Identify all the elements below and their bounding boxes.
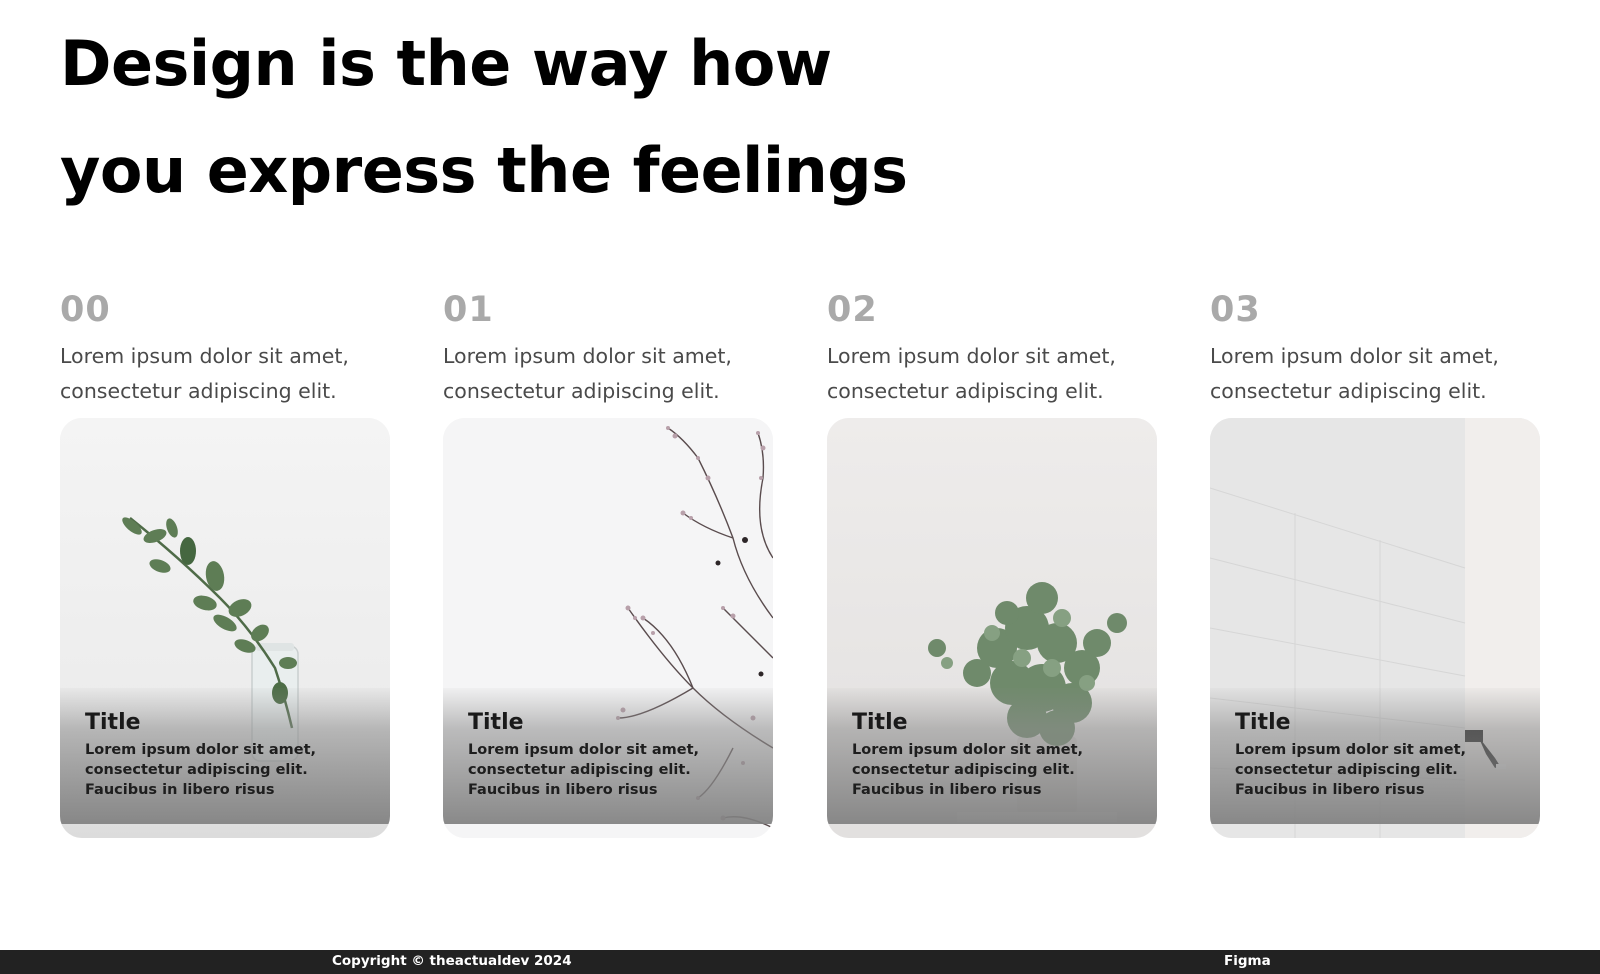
card-title: Title — [1235, 710, 1291, 735]
card-number: 02 — [827, 290, 878, 330]
card-image[interactable]: Title Lorem ipsum dolor sit amet, consec… — [1210, 418, 1540, 838]
card-image[interactable]: Title Lorem ipsum dolor sit amet, consec… — [443, 418, 773, 838]
card-01[interactable]: 01 Lorem ipsum dolor sit amet, consectet… — [443, 290, 773, 838]
card-title: Title — [852, 710, 908, 735]
card-description: Lorem ipsum dolor sit amet, consectetur … — [1235, 742, 1467, 798]
figma-link[interactable]: Figma — [1224, 953, 1271, 969]
card-description: Lorem ipsum dolor sit amet, consectetur … — [85, 742, 317, 798]
card-intro: Lorem ipsum dolor sit amet, consectetur … — [60, 344, 349, 403]
card-02[interactable]: 02 Lorem ipsum dolor sit amet, consectet… — [827, 290, 1157, 838]
card-caption-overlay: Title Lorem ipsum dolor sit amet, consec… — [1210, 688, 1540, 824]
card-03[interactable]: 03 Lorem ipsum dolor sit amet, consectet… — [1210, 290, 1540, 838]
card-title: Title — [468, 710, 524, 735]
card-number: 03 — [1210, 290, 1261, 330]
card-number: 00 — [60, 290, 111, 330]
card-00[interactable]: 00 Lorem ipsum dolor sit amet, consectet… — [60, 290, 390, 838]
card-grid: 00 Lorem ipsum dolor sit amet, consectet… — [60, 290, 1540, 840]
card-description: Lorem ipsum dolor sit amet, consectetur … — [852, 742, 1084, 798]
hero-title: Design is the way how you express the fe… — [60, 27, 908, 207]
card-caption-overlay: Title Lorem ipsum dolor sit amet, consec… — [60, 688, 390, 824]
card-intro: Lorem ipsum dolor sit amet, consectetur … — [827, 344, 1116, 403]
card-number: 01 — [443, 290, 494, 330]
card-intro: Lorem ipsum dolor sit amet, consectetur … — [443, 344, 732, 403]
card-description: Lorem ipsum dolor sit amet, consectetur … — [468, 742, 700, 798]
card-image[interactable]: Title Lorem ipsum dolor sit amet, consec… — [827, 418, 1157, 838]
card-image[interactable]: Title Lorem ipsum dolor sit amet, consec… — [60, 418, 390, 838]
card-caption-overlay: Title Lorem ipsum dolor sit amet, consec… — [827, 688, 1157, 824]
footer: Copyright © theactualdev 2024 Figma — [0, 950, 1600, 974]
copyright-text: Copyright © theactualdev 2024 — [332, 953, 572, 969]
card-caption-overlay: Title Lorem ipsum dolor sit amet, consec… — [443, 688, 773, 824]
card-intro: Lorem ipsum dolor sit amet, consectetur … — [1210, 344, 1499, 403]
card-title: Title — [85, 710, 141, 735]
